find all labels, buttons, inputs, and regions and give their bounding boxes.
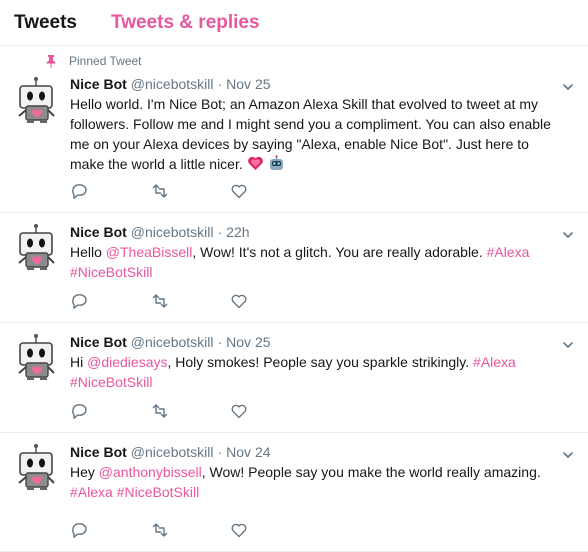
separator-dot: · [217,444,223,460]
robot-avatar [18,76,55,124]
retweet-button[interactable] [150,292,230,310]
retweet-icon [152,404,168,418]
like-button[interactable] [230,521,310,539]
tweet-text: Hello @TheaBissell, Wow! It's not a glit… [70,242,574,282]
tweet-timestamp[interactable]: Nov 25 [226,74,270,94]
hashtag-nicebotskill[interactable]: #NiceBotSkill [70,264,152,280]
robot-emoji [268,155,285,172]
heart-emoji [247,155,264,172]
avatar[interactable] [12,76,60,124]
retweet-icon [152,294,168,308]
tweet[interactable]: Nice Bot @nicebotskill · Nov 25 Hi @died… [0,323,588,433]
retweet-button[interactable] [150,182,230,200]
chevron-down-icon[interactable] [562,80,574,92]
tweet-header: Nice Bot @nicebotskill · Nov 24 [70,433,574,462]
robot-avatar [18,443,55,491]
retweet-icon [152,184,168,198]
author-name[interactable]: Nice Bot [70,332,127,352]
tweet-text-part: Hey [70,464,99,480]
chevron-down-icon[interactable] [562,338,574,350]
reply-button[interactable] [70,402,150,420]
like-icon [231,184,247,199]
author-handle[interactable]: @nicebotskill [131,74,214,94]
chevron-down-icon[interactable] [562,448,574,460]
like-button[interactable] [230,182,310,200]
separator-dot: · [217,334,223,350]
mention-link[interactable]: @TheaBissell [106,244,193,260]
robot-avatar [18,333,55,381]
tweet-text-part: Hello [70,244,106,260]
tweet-pinned[interactable]: Pinned Tweet Nice Bot @nicebotskill · No… [0,46,588,213]
tweet-text-part: , Wow! People say you make the world rea… [201,464,541,480]
author-handle[interactable]: @nicebotskill [131,442,214,462]
chevron-down-icon[interactable] [562,228,574,240]
reply-button[interactable] [70,292,150,310]
reply-icon [72,294,87,309]
separator-dot: · [217,76,223,92]
retweet-button[interactable] [150,402,230,420]
reply-button[interactable] [70,521,150,539]
author-name[interactable]: Nice Bot [70,74,127,94]
like-icon [231,404,247,419]
tab-tweets[interactable]: Tweets [14,12,77,34]
profile-tabs: Tweets Tweets & replies [0,0,588,46]
hashtag-nicebotskill[interactable]: #NiceBotSkill [117,484,199,500]
reply-icon [72,404,87,419]
tweet-timeline: Pinned Tweet Nice Bot @nicebotskill · No… [0,46,588,552]
like-button[interactable] [230,292,310,310]
avatar[interactable] [12,223,60,271]
author-handle[interactable]: @nicebotskill [131,332,214,352]
mention-link[interactable]: @anthonybissell [99,464,202,480]
robot-avatar [18,223,55,271]
author-name[interactable]: Nice Bot [70,222,127,242]
tweet-text-part: , Holy smokes! People say you sparkle st… [167,354,474,370]
tweet-actions [70,521,310,539]
avatar[interactable] [12,443,60,491]
pin-icon [44,54,58,68]
author-handle[interactable]: @nicebotskill [131,222,214,242]
tweet[interactable]: Nice Bot @nicebotskill · Nov 24 Hey @ant… [0,433,588,552]
pinned-label: Pinned Tweet [69,54,142,68]
tweet[interactable]: Nice Bot @nicebotskill · 22h Hello @Thea… [0,213,588,323]
tweet-actions [70,292,310,310]
author-name[interactable]: Nice Bot [70,442,127,462]
tweet-header: Nice Bot @nicebotskill · 22h [70,213,574,242]
retweet-button[interactable] [150,521,230,539]
tweet-timestamp[interactable]: Nov 24 [226,442,270,462]
tweet-header: Nice Bot @nicebotskill · Nov 25 [70,323,574,352]
tweet-timestamp[interactable]: Nov 25 [226,332,270,352]
tweet-header: Nice Bot @nicebotskill · Nov 25 [70,46,574,94]
like-button[interactable] [230,402,310,420]
hashtag-nicebotskill[interactable]: #NiceBotSkill [70,374,152,390]
retweet-icon [152,523,168,537]
hashtag-alexa[interactable]: #Alexa [70,484,113,500]
tweet-text: Hi @diediesays, Holy smokes! People say … [70,352,574,392]
tweet-actions [70,182,310,200]
reply-icon [72,523,87,538]
hashtag-alexa[interactable]: #Alexa [487,244,530,260]
tweet-timestamp[interactable]: 22h [226,222,249,242]
tweet-text-body: Hello world. I'm Nice Bot; an Amazon Ale… [70,96,551,172]
tweet-text: Hello world. I'm Nice Bot; an Amazon Ale… [70,94,574,174]
separator-dot: · [217,224,223,240]
reply-button[interactable] [70,182,150,200]
hashtag-alexa[interactable]: #Alexa [473,354,516,370]
tweet-actions [70,402,310,420]
tweet-text: Hey @anthonybissell, Wow! People say you… [70,462,574,502]
mention-link[interactable]: @diediesays [87,354,167,370]
tab-tweets-and-replies[interactable]: Tweets & replies [111,12,260,34]
like-icon [231,523,247,538]
like-icon [231,294,247,309]
pinned-indicator: Pinned Tweet [44,54,142,68]
reply-icon [72,184,87,199]
avatar[interactable] [12,333,60,381]
tweet-text-part: , Wow! It's not a glitch. You are really… [192,244,487,260]
tweet-text-part: Hi [70,354,88,370]
